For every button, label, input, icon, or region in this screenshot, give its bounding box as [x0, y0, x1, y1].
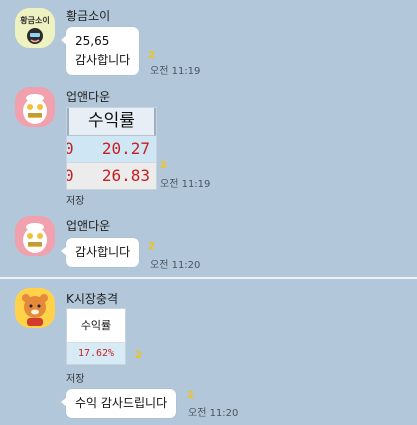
unread-count: 2	[160, 160, 167, 171]
sender-name: K시장충격	[66, 292, 119, 306]
table-header-label: 수익률	[88, 111, 135, 131]
message-line: 수익 감사드립니다	[75, 396, 168, 410]
timestamp: 오전 11:20	[188, 408, 239, 419]
table-header: 수익률	[67, 108, 156, 136]
timestamp: 오전 11:19	[150, 66, 201, 77]
updown-mascot-avatar-icon[interactable]	[15, 216, 55, 256]
message-line: 25,65	[75, 34, 110, 48]
message-bubble[interactable]: 감사합니다	[60, 238, 140, 267]
image-attachment[interactable]: 수익률 17.62%	[66, 308, 126, 365]
updown-mascot-avatar-icon[interactable]	[15, 87, 55, 127]
sender-name: 업앤다운	[66, 219, 111, 233]
timestamp: 오전 11:19	[160, 179, 211, 190]
unread-count: 2	[135, 350, 142, 361]
golden-soi-avatar-icon[interactable]: 황금소이	[15, 8, 55, 48]
table-row: 0 26.83	[67, 163, 156, 189]
save-link[interactable]: 저장	[66, 370, 84, 385]
table-header-label: 수익률	[80, 319, 112, 332]
message-bubble[interactable]: 25,65 감사합니다	[60, 27, 140, 75]
table-cell: 17.62%	[77, 348, 115, 359]
table-cell: 26.83	[101, 166, 150, 185]
table-row: 17.62%	[67, 343, 125, 364]
message-line: 감사합니다	[75, 245, 131, 259]
avatar-caption: 황금소이	[20, 15, 49, 25]
unread-count: 2	[148, 241, 155, 252]
sender-name: 업앤다운	[66, 90, 111, 104]
row-edge-mark: 0	[67, 163, 74, 189]
table-header: 수익률	[67, 309, 125, 343]
unread-count: 2	[187, 390, 194, 401]
message-line: 감사합니다	[75, 53, 131, 67]
timestamp: 오전 11:20	[150, 260, 201, 271]
table-row: 0 20.27	[67, 136, 156, 163]
sender-name: 황금소이	[66, 9, 111, 23]
lion-character-avatar-icon[interactable]	[15, 288, 55, 328]
message-bubble[interactable]: 수익 감사드립니다	[60, 389, 177, 418]
save-link[interactable]: 저장	[66, 192, 84, 207]
table-cell: 20.27	[101, 139, 150, 158]
section-divider	[0, 277, 417, 279]
image-attachment[interactable]: 수익률 0 20.27 0 26.83	[66, 107, 157, 190]
unread-count: 2	[148, 50, 155, 61]
row-edge-mark: 0	[67, 136, 74, 162]
